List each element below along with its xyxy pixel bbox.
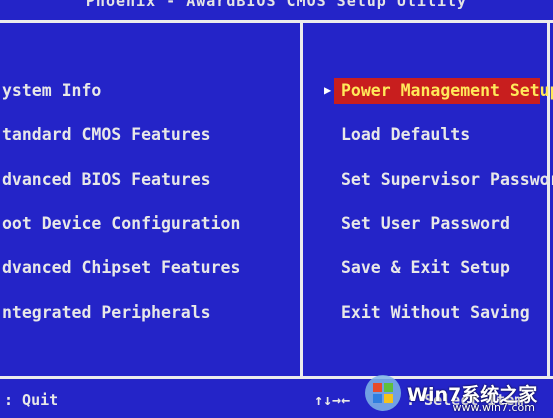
footer-quit-hint: : Quit: [4, 391, 59, 409]
footer-arrow-keys: ↑↓→←: [314, 391, 351, 409]
menu-item-load-defaults[interactable]: Load Defaults: [341, 124, 470, 146]
menu-item-system-info[interactable]: ystem Info: [2, 80, 101, 102]
center-divider: [300, 20, 303, 376]
menu-item-standard-cmos[interactable]: tandard CMOS Features: [2, 124, 211, 146]
menu-item-boot-device[interactable]: oot Device Configuration: [2, 213, 240, 235]
top-border: [0, 20, 553, 23]
bios-screen: Phoenix - AwardBIOS CMOS Setup Utility y…: [0, 0, 553, 418]
menu-item-advanced-chipset[interactable]: dvanced Chipset Features: [2, 257, 240, 279]
menu-item-user-password[interactable]: Set User Password: [341, 213, 510, 235]
menu-item-supervisor-password[interactable]: Set Supervisor Password: [341, 169, 553, 191]
bios-title: Phoenix - AwardBIOS CMOS Setup Utility: [85, 0, 468, 10]
watermark: Win7系统之家 www.win7.com: [363, 370, 551, 416]
watermark-url: www.win7.com: [452, 401, 536, 414]
selection-arrow-icon: ▶: [324, 83, 332, 97]
menu-item-integrated-peripherals[interactable]: ntegrated Peripherals: [2, 302, 211, 324]
menu-item-advanced-bios[interactable]: dvanced BIOS Features: [2, 169, 211, 191]
windows-logo-icon: [363, 373, 403, 413]
menu-item-save-exit[interactable]: Save & Exit Setup: [341, 257, 510, 279]
right-border: [547, 20, 550, 376]
menu-item-exit-without-saving[interactable]: Exit Without Saving: [341, 302, 530, 324]
menu-item-power-management[interactable]: Power Management Setup: [341, 80, 553, 102]
